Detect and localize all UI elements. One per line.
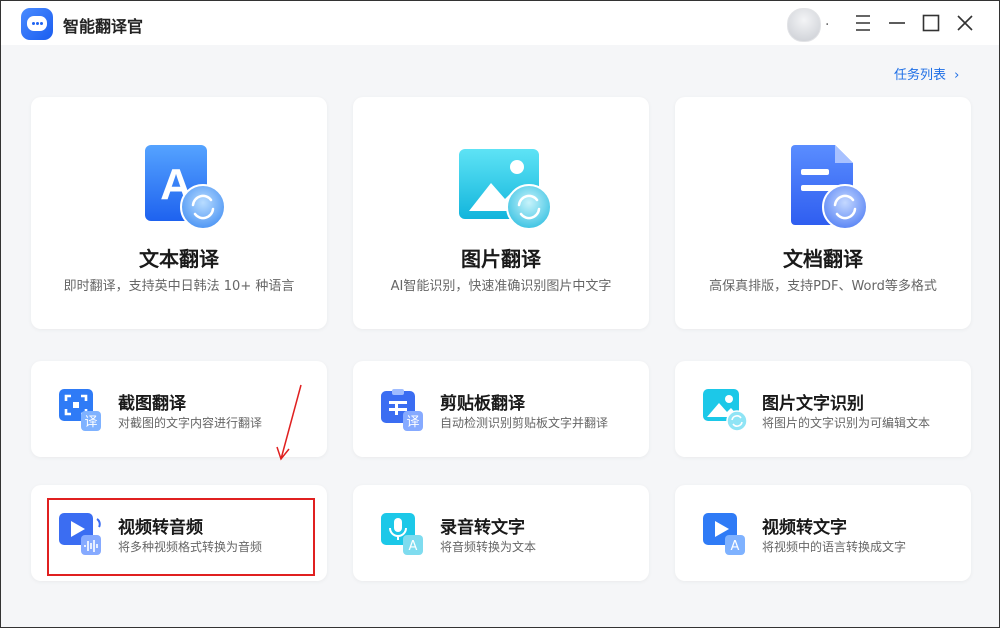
video-to-text-icon: A — [703, 513, 747, 555]
icon-badge-text: 译 — [406, 415, 419, 430]
card-description: 将图片的文字识别为可编辑文本 — [762, 416, 931, 430]
annotation-highlight-box — [47, 498, 315, 576]
user-name: . — [825, 13, 830, 29]
card-description: 将音频转换为文本 — [440, 540, 537, 554]
audio-to-text-icon: A — [381, 513, 425, 555]
text-translate-card[interactable]: A 文本翻译 即时翻译，支持英中日韩法 10+ 种语言 — [31, 97, 327, 329]
user-avatar[interactable] — [787, 8, 821, 42]
card-title: 文档翻译 — [783, 247, 863, 271]
card-title: 文本翻译 — [139, 247, 219, 271]
clipboard-translate-card[interactable]: 译 剪贴板翻译 自动检测识别剪贴板文字并翻译 — [353, 361, 649, 457]
maximize-icon[interactable] — [919, 11, 943, 35]
card-description: 高保真排版，支持PDF、Word等多格式 — [709, 279, 937, 294]
image-ocr-icon — [703, 389, 748, 432]
card-description: 即时翻译，支持英中日韩法 10+ 种语言 — [63, 279, 295, 294]
video-to-text-card[interactable]: A 视频转文字 将视频中的语言转换成文字 — [675, 485, 971, 581]
card-description: 对截图的文字内容进行翻译 — [118, 416, 263, 430]
audio-to-text-card[interactable]: A 录音转文字 将音频转换为文本 — [353, 485, 649, 581]
screenshot-translate-icon: 译 — [59, 389, 103, 431]
clipboard-translate-icon: 译 — [381, 389, 425, 431]
document-translate-icon — [771, 141, 875, 233]
minimize-icon[interactable] — [885, 11, 909, 35]
task-list-link[interactable]: 任务列表 › — [894, 64, 959, 83]
text-translate-icon: A — [127, 141, 231, 233]
icon-badge-text: 译 — [84, 415, 97, 430]
card-description: 自动检测识别剪贴板文字并翻译 — [440, 416, 609, 430]
task-list-label: 任务列表 — [894, 68, 947, 83]
card-title: 视频转文字 — [762, 518, 847, 538]
icon-badge-text: A — [731, 539, 740, 554]
app-window: 智能翻译官 . 任务列表 › A 文本翻译 即时翻译，支持英中日韩法 10+ 种… — [0, 0, 1000, 628]
document-translate-card[interactable]: 文档翻译 高保真排版，支持PDF、Word等多格式 — [675, 97, 971, 329]
card-description: 将视频中的语言转换成文字 — [762, 540, 907, 554]
annotation-arrow — [271, 381, 311, 471]
icon-badge-text: A — [409, 539, 418, 554]
image-translate-card[interactable]: 图片翻译 AI智能识别，快速准确识别图片中文字 — [353, 97, 649, 329]
card-title: 图片翻译 — [461, 247, 541, 271]
card-title: 剪贴板翻译 — [440, 394, 525, 414]
card-title: 截图翻译 — [118, 394, 186, 414]
card-description: AI智能识别，快速准确识别图片中文字 — [390, 279, 612, 294]
image-ocr-card[interactable]: 图片文字识别 将图片的文字识别为可编辑文本 — [675, 361, 971, 457]
card-title: 图片文字识别 — [762, 394, 864, 414]
app-title: 智能翻译官 — [63, 17, 144, 36]
title-bar: 智能翻译官 . — [1, 1, 999, 45]
menu-icon[interactable] — [851, 11, 875, 35]
card-title: 录音转文字 — [440, 518, 525, 538]
image-translate-icon — [449, 141, 553, 233]
chevron-right-icon: › — [954, 68, 960, 83]
close-icon[interactable] — [953, 11, 977, 35]
app-logo-icon — [21, 8, 53, 40]
